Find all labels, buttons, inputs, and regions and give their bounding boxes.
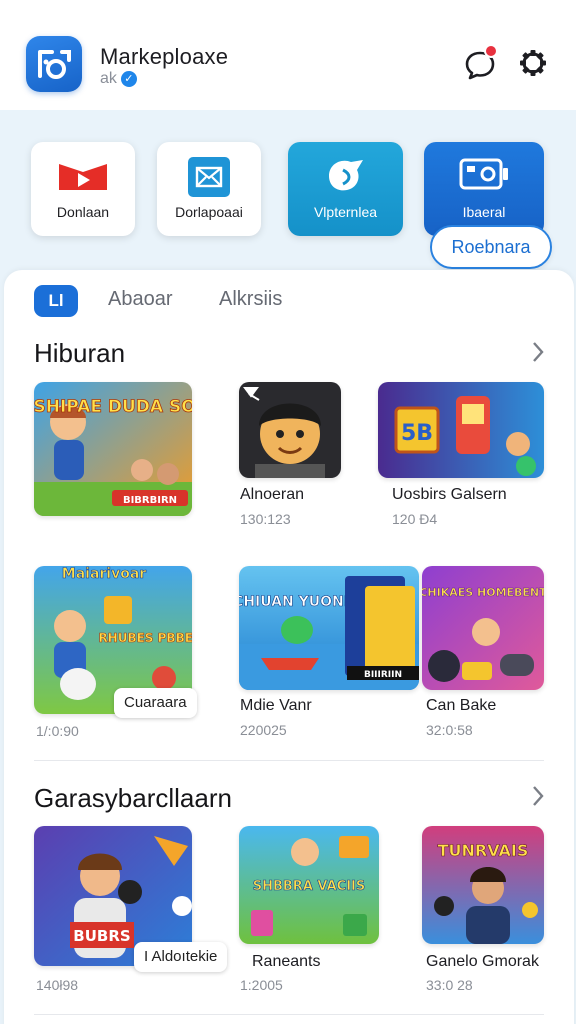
game-tile[interactable]: 5B bbox=[378, 382, 544, 478]
game-meta: 1:2005 bbox=[240, 977, 283, 993]
quick-action-label: Vlpternlea bbox=[313, 204, 378, 220]
game-name[interactable]: Raneants bbox=[252, 953, 321, 971]
section-divider bbox=[34, 1014, 544, 1015]
tile-art-caption: BIBRBIRN bbox=[123, 495, 177, 506]
tile-art-text: SHIPAE DUDA SOINSI! bbox=[34, 397, 192, 417]
tile-art-text: CHIUAN YUONI bbox=[239, 594, 349, 610]
game-meta: 120 Đ4 bbox=[392, 511, 438, 527]
tab-abaoar[interactable]: Abaoar bbox=[108, 288, 173, 311]
quick-action-label: Ibaeral bbox=[462, 204, 506, 220]
account-name: ak bbox=[100, 70, 117, 87]
game-badge[interactable]: I Aldoıtekie bbox=[134, 942, 228, 972]
game-meta: 140ł98 bbox=[36, 977, 79, 993]
quick-actions-row: Donlaan Dorlapoaai Vlpternlea Ibaeral Ro… bbox=[0, 110, 576, 275]
app-logo[interactable] bbox=[26, 36, 82, 92]
page-title: Markeplоaxe bbox=[100, 44, 229, 69]
account-subtitle: ak ✓ bbox=[100, 70, 137, 88]
game-name[interactable]: Can Bake bbox=[426, 697, 496, 715]
game-name[interactable]: Uosbirs Galsern bbox=[392, 486, 507, 504]
game-tile[interactable]: CHIKAES HOMEBENT bbox=[422, 566, 544, 690]
game-name[interactable]: Mdie Vanr bbox=[240, 697, 312, 715]
envelope-icon bbox=[188, 157, 230, 197]
gear-icon[interactable] bbox=[516, 46, 550, 80]
game-meta: 130:123 bbox=[240, 511, 291, 527]
quick-chip-button[interactable]: Roebnara bbox=[430, 225, 552, 269]
game-meta: 220025 bbox=[240, 722, 287, 738]
tile-art-caption: BIIIRIIN bbox=[364, 670, 402, 680]
notification-dot bbox=[484, 44, 498, 58]
app-header: Markeplоaxe ak ✓ bbox=[0, 0, 576, 110]
check-icon: ✓ bbox=[120, 71, 137, 87]
tile-art-text: 5B bbox=[401, 421, 433, 446]
tab-active[interactable]: Ll bbox=[34, 285, 78, 317]
game-tile[interactable]: CHIUAN YUONI BIIIRIIN bbox=[239, 566, 419, 690]
tile-art-text: SHBBRA VACIIS bbox=[253, 879, 365, 894]
content-card: Ll Abaoar Alkrsiis Hiburan SHIPAE DUDA S… bbox=[4, 270, 574, 1024]
game-tile[interactable]: SHBBRA VACIIS bbox=[239, 826, 379, 944]
game-tile[interactable]: SHIPAE DUDA SOINSI! BIBRBIRN bbox=[34, 382, 192, 516]
camera-icon bbox=[459, 158, 508, 190]
tile-art-text: BUBRS bbox=[73, 927, 130, 945]
tile-art-text: TUNRVAIS bbox=[438, 841, 529, 860]
section-divider bbox=[34, 760, 544, 761]
quick-action-dorlapoaai[interactable]: Dorlapoaai bbox=[157, 142, 261, 236]
game-badge[interactable]: Cuaraara bbox=[114, 688, 197, 718]
youtube-play-icon bbox=[59, 164, 107, 190]
logo-glyph-icon bbox=[38, 50, 71, 79]
tile-art-text: CHIKAES HOMEBENT bbox=[422, 586, 544, 599]
tab-alkrsiis[interactable]: Alkrsiis bbox=[219, 288, 282, 311]
game-name[interactable]: Ganelo Gmorak bbox=[426, 953, 539, 971]
game-tile[interactable]: TUNRVAIS bbox=[422, 826, 544, 944]
chevron-right-icon[interactable] bbox=[530, 340, 546, 364]
quick-action-donlaan[interactable]: Donlaan bbox=[31, 142, 135, 236]
section-title: Hiburan bbox=[34, 338, 126, 368]
game-meta: 33:0 28 bbox=[426, 977, 473, 993]
section-title: Garasybarcllaarn bbox=[34, 783, 232, 813]
game-meta: 1/:0:90 bbox=[36, 723, 79, 739]
chevron-right-icon[interactable] bbox=[530, 784, 546, 808]
game-tile[interactable] bbox=[239, 382, 341, 478]
tab-bar: Ll Abaoar Alkrsiis bbox=[4, 270, 574, 332]
quick-action-label: Dorlapoaai bbox=[175, 204, 243, 220]
game-meta: 32:0:58 bbox=[426, 722, 473, 738]
tile-art-caption: RHUBES PBBES bbox=[98, 631, 192, 645]
game-name[interactable]: Alnoeran bbox=[240, 486, 304, 504]
quick-action-vlpternlea[interactable]: Vlpternlea bbox=[288, 142, 403, 236]
quick-action-label: Donlaan bbox=[56, 204, 110, 220]
quick-action-ibaeral[interactable]: Ibaeral bbox=[424, 142, 544, 236]
tile-art-text: Maiarivoar bbox=[62, 566, 147, 582]
megaphone-icon bbox=[328, 160, 363, 191]
